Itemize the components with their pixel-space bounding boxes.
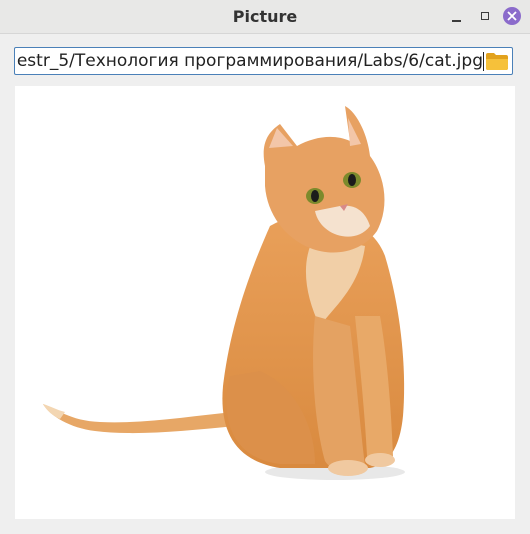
folder-open-icon[interactable] [485, 52, 509, 71]
file-path-text: estr_5/Технология программирования/Labs/… [16, 51, 483, 71]
picture-window: Picture estr_5/Технология программирован… [0, 0, 530, 534]
text-cursor [483, 52, 484, 71]
title-bar[interactable]: Picture [0, 0, 530, 34]
cat-image [43, 106, 405, 480]
close-icon[interactable] [503, 7, 521, 25]
picture-view [15, 86, 515, 519]
maximize-icon[interactable] [477, 8, 493, 24]
minimize-icon[interactable] [449, 8, 465, 24]
file-path-input[interactable]: estr_5/Технология программирования/Labs/… [14, 47, 513, 75]
